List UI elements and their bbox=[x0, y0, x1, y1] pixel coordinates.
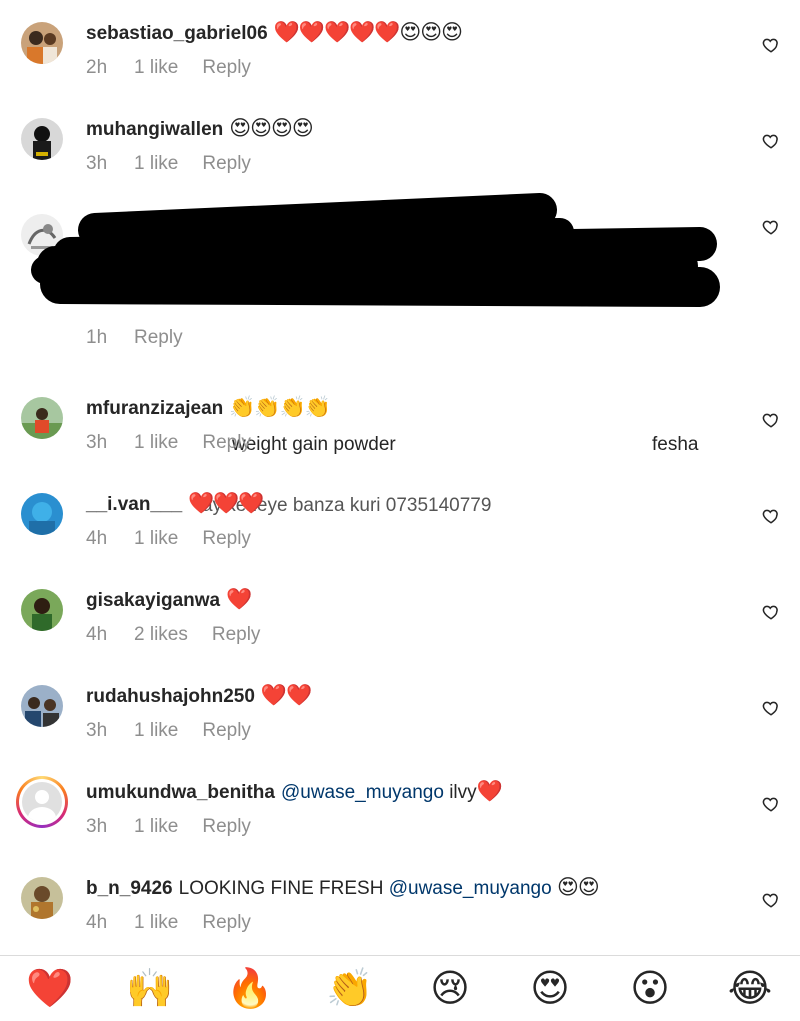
comment-username[interactable]: gisakayiganwa bbox=[86, 590, 220, 611]
comment-time: 3h bbox=[86, 153, 108, 174]
comment-item: sebastiao_gabriel06 ❤️❤️❤️❤️❤️😍😍😍 2h 1 lik… bbox=[0, 0, 800, 96]
heart-outline-icon[interactable] bbox=[762, 36, 780, 54]
comment-time: 3h bbox=[86, 816, 108, 837]
reply-button[interactable]: Reply bbox=[202, 816, 251, 837]
avatar-story-ring[interactable] bbox=[16, 776, 68, 828]
reaction-crying[interactable]: 😢 bbox=[400, 959, 500, 1019]
reply-button[interactable]: Reply bbox=[202, 153, 251, 174]
quick-reaction-bar: ❤️ 🙌 🔥 👏 😢 😍 😮 😂 bbox=[0, 955, 800, 1021]
avatar[interactable] bbox=[21, 118, 63, 160]
comment-emoji: 👏👏👏👏 bbox=[229, 396, 331, 419]
avatar[interactable] bbox=[21, 22, 63, 64]
heart-outline-icon[interactable] bbox=[762, 795, 780, 813]
avatar[interactable] bbox=[21, 589, 63, 631]
comment-text: LOOKING FINE FRESH bbox=[178, 878, 384, 899]
comment-likes[interactable]: 1 like bbox=[134, 720, 178, 741]
reply-button[interactable]: Reply bbox=[212, 624, 261, 645]
comment-emoji: 😍😍😍😍 bbox=[229, 117, 314, 140]
heart-outline-icon[interactable] bbox=[762, 891, 780, 909]
comment-username[interactable]: muhangiwallen bbox=[86, 119, 223, 140]
avatar[interactable] bbox=[21, 877, 63, 919]
comment-emoji: ❤️❤️❤️❤️❤️😍😍😍 bbox=[273, 21, 463, 44]
comment-mention[interactable]: @uwase_muyango bbox=[389, 878, 552, 899]
avatar[interactable] bbox=[21, 214, 63, 256]
default-avatar-icon bbox=[22, 782, 62, 822]
heart-outline-icon[interactable] bbox=[762, 603, 780, 621]
comment-item: rudahushajohn250 ❤️❤️ 3h 1 like Reply bbox=[0, 663, 800, 759]
comment-emoji: ❤️ bbox=[476, 780, 503, 803]
comment-time: 3h bbox=[86, 720, 108, 741]
comment-username[interactable]: sebastiao_gabriel06 bbox=[86, 23, 268, 44]
comment-item: mfuranzizajean 👏👏👏👏 3h 1 like Reply bbox=[0, 375, 800, 471]
comment-item: __i.van___ ❤️❤️❤️ 4h 1 like Reply bbox=[0, 471, 800, 567]
comment-time: 3h bbox=[86, 432, 108, 453]
heart-outline-icon[interactable] bbox=[762, 411, 780, 429]
comment-likes[interactable]: 1 like bbox=[134, 528, 178, 549]
comment-item-redacted: weight gain powder fesha ayikeneye banza… bbox=[0, 192, 800, 516]
comment-username[interactable]: b_n_9426 bbox=[86, 878, 173, 899]
comments-list: sebastiao_gabriel06 ❤️❤️❤️❤️❤️😍😍😍 2h 1 lik… bbox=[0, 0, 800, 955]
reply-button[interactable]: Reply bbox=[202, 912, 251, 933]
reaction-laughing[interactable]: 😂 bbox=[700, 959, 800, 1019]
heart-outline-icon[interactable] bbox=[762, 132, 780, 150]
reaction-surprised[interactable]: 😮 bbox=[600, 959, 700, 1019]
reaction-heart[interactable]: ❤️ bbox=[0, 959, 100, 1019]
comment-time: 4h bbox=[86, 624, 108, 645]
reaction-heart-eyes[interactable]: 😍 bbox=[500, 959, 600, 1019]
comment-time: 4h bbox=[86, 912, 108, 933]
comment-text: ilvy bbox=[449, 782, 477, 803]
reply-button[interactable]: Reply bbox=[202, 528, 251, 549]
reply-button[interactable]: Reply bbox=[134, 327, 183, 348]
comment-emoji: ❤️ bbox=[226, 588, 252, 611]
comment-emoji: ❤️❤️❤️ bbox=[188, 492, 264, 515]
comment-likes[interactable]: 1 like bbox=[134, 57, 178, 78]
comment-likes[interactable]: 2 likes bbox=[134, 624, 188, 645]
comment-time: 4h bbox=[86, 528, 108, 549]
comment-emoji: 😍😍 bbox=[556, 876, 600, 899]
avatar[interactable] bbox=[21, 493, 63, 535]
reaction-fire[interactable]: 🔥 bbox=[200, 959, 300, 1019]
comment-likes[interactable]: 1 like bbox=[134, 912, 178, 933]
reply-button[interactable]: Reply bbox=[202, 432, 251, 453]
comment-time: 1h bbox=[86, 327, 108, 348]
reply-button[interactable]: Reply bbox=[202, 720, 251, 741]
reply-button[interactable]: Reply bbox=[202, 57, 251, 78]
comment-likes[interactable]: 1 like bbox=[134, 153, 178, 174]
comment-username[interactable]: rudahushajohn250 bbox=[86, 686, 255, 707]
comment-item: muhangiwallen 😍😍😍😍 3h 1 like Reply bbox=[0, 96, 800, 192]
heart-outline-icon[interactable] bbox=[762, 507, 780, 525]
comment-item: b_n_9426 LOOKING FINE FRESH @uwase_muyang… bbox=[0, 855, 800, 951]
comment-username[interactable]: umukundwa_benitha bbox=[86, 782, 275, 803]
comment-mention[interactable]: @uwase_muyango bbox=[281, 782, 444, 803]
comment-likes[interactable]: 1 like bbox=[134, 432, 178, 453]
comment-likes[interactable]: 1 like bbox=[134, 816, 178, 837]
reaction-clap[interactable]: 👏 bbox=[300, 959, 400, 1019]
comment-item: gisakayiganwa ❤️ 4h 2 likes Reply bbox=[0, 567, 800, 663]
avatar[interactable] bbox=[21, 685, 63, 727]
reaction-raised-hands[interactable]: 🙌 bbox=[100, 959, 200, 1019]
avatar[interactable] bbox=[21, 397, 63, 439]
heart-outline-icon[interactable] bbox=[762, 218, 780, 236]
comment-time: 2h bbox=[86, 57, 108, 78]
comment-item: umukundwa_benitha @uwase_muyango ilvy❤️ 3… bbox=[0, 759, 800, 855]
heart-outline-icon[interactable] bbox=[762, 699, 780, 717]
comment-username[interactable]: mfuranzizajean bbox=[86, 398, 223, 419]
comment-emoji: ❤️❤️ bbox=[260, 684, 312, 707]
comment-username[interactable]: __i.van___ bbox=[86, 494, 182, 515]
